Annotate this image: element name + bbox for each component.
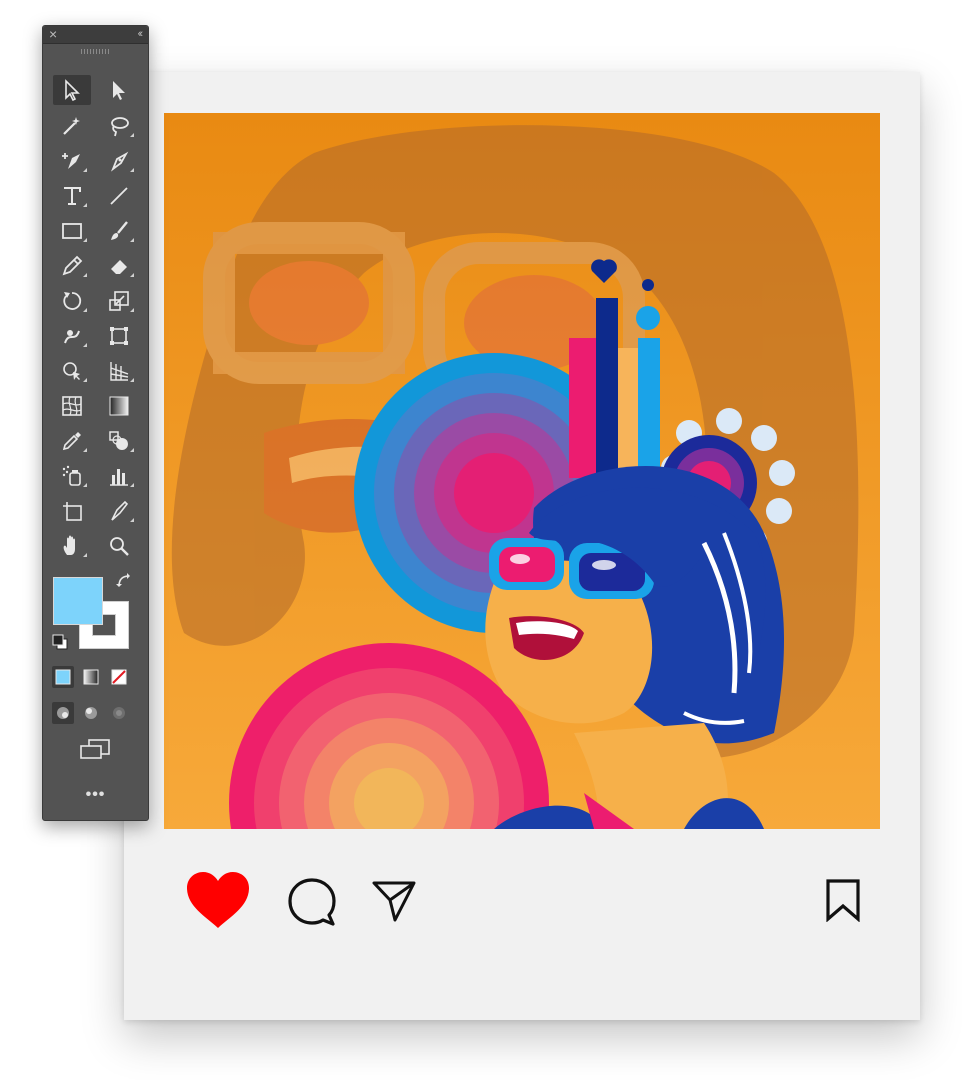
pen-plus-icon	[62, 153, 80, 169]
type-tool[interactable]	[53, 181, 91, 211]
type-icon	[64, 187, 81, 205]
slice-tool[interactable]	[100, 496, 138, 526]
direct-selection-tool[interactable]	[100, 75, 138, 105]
fill-swatch[interactable]	[53, 577, 103, 625]
eraser-tool[interactable]	[100, 251, 138, 281]
zoom-tool[interactable]	[100, 531, 138, 561]
gradient-swatch-icon	[83, 669, 99, 685]
comment-icon[interactable]	[287, 877, 339, 927]
line-icon	[110, 187, 128, 205]
shape-builder-icon	[63, 362, 80, 380]
post-action-bar	[124, 862, 920, 942]
artboard-tool[interactable]	[53, 496, 91, 526]
artboard-icon	[63, 502, 82, 521]
rotate-tool[interactable]	[53, 286, 91, 316]
column-graph-tool[interactable]	[100, 461, 138, 491]
selection-tool[interactable]	[53, 75, 91, 105]
blend-tool[interactable]	[100, 426, 138, 456]
panel-grip-handle[interactable]	[81, 49, 109, 54]
rotate-icon	[63, 292, 82, 310]
draw-behind-button[interactable]	[80, 702, 102, 724]
draw-mode-row	[52, 702, 140, 726]
mesh-icon	[62, 396, 82, 416]
collapse-icon[interactable]: ‹‹	[138, 27, 144, 42]
eyedropper-tool[interactable]	[53, 426, 91, 456]
eyedropper-icon	[62, 432, 81, 451]
brush-icon	[111, 221, 128, 240]
add-anchor-tool[interactable]	[53, 146, 91, 176]
none-mode-button[interactable]	[108, 666, 130, 688]
color-mode-button[interactable]	[52, 666, 74, 688]
shape-builder-tool[interactable]	[53, 356, 91, 386]
free-transform-tool[interactable]	[100, 321, 138, 351]
panel-titlebar[interactable]: × ‹‹	[43, 26, 148, 44]
zoom-icon	[110, 537, 129, 556]
rectangle-tool[interactable]	[53, 216, 91, 246]
column-graph-icon	[110, 469, 128, 486]
gradient-icon	[109, 396, 129, 416]
none-icon	[111, 669, 127, 685]
color-mode-row	[52, 666, 140, 690]
mesh-tool[interactable]	[53, 391, 91, 421]
curvature-tool[interactable]	[100, 146, 138, 176]
slice-icon	[111, 500, 129, 521]
color-icon	[55, 669, 71, 685]
draw-normal-button[interactable]	[52, 702, 74, 724]
draw-normal-icon	[57, 707, 69, 719]
draw-behind-icon	[85, 707, 97, 719]
change-screen-mode-icon[interactable]	[79, 738, 111, 765]
symbol-sprayer-icon	[62, 465, 81, 486]
symbol-sprayer-tool[interactable]	[53, 461, 91, 491]
blend-icon	[109, 431, 128, 450]
hand-tool[interactable]	[53, 531, 91, 561]
edit-toolbar-more-icon[interactable]: •••	[43, 786, 148, 804]
pencil-icon	[62, 255, 83, 276]
draw-inside-button[interactable]	[108, 702, 130, 724]
scale-icon	[109, 291, 129, 311]
share-send-icon[interactable]	[371, 877, 417, 923]
arrow-outline-icon	[65, 79, 80, 101]
line-tool[interactable]	[100, 181, 138, 211]
magic-wand-tool[interactable]	[53, 111, 91, 141]
shaper-tool[interactable]	[53, 251, 91, 281]
tools-panel[interactable]: × ‹‹ •••	[42, 25, 149, 821]
magic-wand-icon	[63, 117, 80, 135]
draw-inside-icon	[113, 707, 125, 719]
swap-fill-stroke-icon[interactable]	[115, 572, 133, 595]
bookmark-icon[interactable]	[824, 878, 862, 922]
lasso-icon	[111, 117, 129, 137]
perspective-grid-tool[interactable]	[100, 356, 138, 386]
pop-art-illustration	[164, 113, 880, 829]
post-card	[124, 72, 920, 1020]
gradient-mode-button[interactable]	[80, 666, 102, 688]
rectangle-icon	[62, 223, 82, 239]
paintbrush-tool[interactable]	[100, 216, 138, 246]
default-fill-stroke-icon[interactable]	[52, 634, 68, 655]
lasso-tool[interactable]	[100, 111, 138, 141]
warp-icon	[64, 330, 80, 344]
warp-tool[interactable]	[53, 321, 91, 351]
post-artwork	[164, 113, 880, 829]
hand-icon	[63, 535, 75, 555]
close-icon[interactable]: ×	[49, 26, 57, 43]
perspective-grid-icon	[110, 362, 129, 381]
gradient-tool[interactable]	[100, 391, 138, 421]
scale-tool[interactable]	[100, 286, 138, 316]
free-transform-icon	[110, 327, 128, 345]
arrow-solid-icon	[113, 81, 125, 100]
like-heart-icon[interactable]	[185, 870, 251, 930]
eraser-icon	[111, 260, 127, 274]
curvature-pen-icon	[110, 151, 129, 172]
